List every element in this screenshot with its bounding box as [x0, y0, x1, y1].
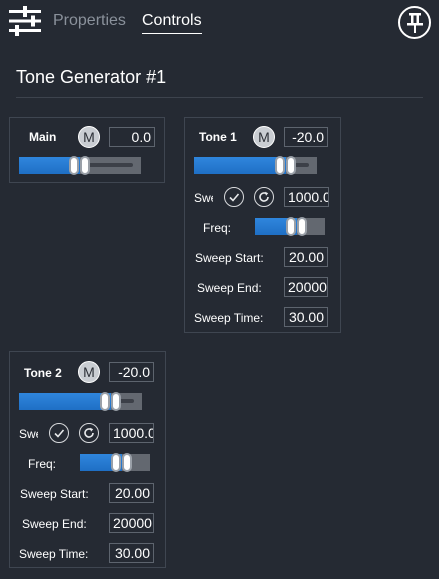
tone1-slider-fill: [194, 157, 286, 174]
tone1-freq-slider-thumb[interactable]: [286, 216, 308, 237]
tone2-slider[interactable]: [19, 391, 142, 412]
tone1-sweep-end-label: Sweep End:: [197, 281, 262, 295]
tone1-mute-button[interactable]: M: [253, 126, 275, 148]
refresh-icon: [259, 191, 269, 202]
refresh-icon: [84, 427, 94, 438]
tone2-slider-fill: [19, 393, 111, 410]
tone1-sweep-value-field[interactable]: 1000.0: [284, 187, 329, 207]
sliders-icon[interactable]: [9, 6, 41, 36]
tone2-sweep-end-label: Sweep End:: [22, 517, 87, 531]
tone1-slider-thumb[interactable]: [275, 155, 297, 176]
tone2-sweep-loop-button[interactable]: [79, 423, 99, 443]
tone2-sweep-start-field[interactable]: 20.00: [109, 483, 154, 503]
tone1-freq-label: Freq:: [203, 221, 232, 235]
tone1-sweep-loop-button[interactable]: [254, 187, 274, 207]
main-slider-rail: [88, 163, 133, 167]
tone2-mute-button[interactable]: M: [78, 361, 100, 383]
tone2-sweep-end-field[interactable]: 20000.: [109, 513, 154, 533]
tone1-sweep-start-field[interactable]: 20.00: [284, 247, 328, 267]
top-bar: Properties Controls: [0, 0, 439, 44]
tone2-sweep-value-field[interactable]: 1000.0: [109, 423, 154, 443]
pin-icon[interactable]: [398, 6, 431, 39]
tone1-panel: Tone 1 M -20.0 Sweep 1000.0 Freq: Sweep …: [184, 117, 341, 333]
checkmark-icon: [229, 193, 240, 202]
main-slider-thumb[interactable]: [69, 155, 91, 176]
tone2-freq-label: Freq:: [28, 457, 57, 471]
tone2-sweep-start-label: Sweep Start:: [20, 487, 89, 501]
main-value-field[interactable]: 0.0: [109, 127, 155, 147]
tone2-freq-slider[interactable]: [80, 452, 150, 473]
tone1-sweep-label: Sweep: [194, 191, 213, 205]
tone2-sweep-time-field[interactable]: 30.00: [109, 543, 154, 563]
tone2-freq-slider-thumb[interactable]: [111, 452, 133, 473]
page-title: Tone Generator #1: [16, 67, 167, 87]
tone2-sweep-time-label: Sweep Time:: [19, 547, 89, 561]
tone1-label: Tone 1: [199, 130, 237, 144]
tab-controls[interactable]: Controls: [142, 12, 202, 34]
tone1-sweep-end-field[interactable]: 20000.: [284, 277, 328, 297]
tone1-freq-slider[interactable]: [255, 216, 325, 237]
tone1-sweep-time-field[interactable]: 30.00: [284, 307, 328, 327]
tone2-sweep-label: Sweep: [19, 427, 38, 441]
tone1-slider[interactable]: [194, 155, 317, 176]
tone2-label: Tone 2: [24, 366, 62, 380]
tone1-sweep-enable-button[interactable]: [224, 187, 244, 207]
tone2-slider-thumb[interactable]: [100, 391, 122, 412]
main-slider[interactable]: [19, 155, 141, 176]
tone1-value-field[interactable]: -20.0: [284, 127, 328, 147]
tone1-sweep-start-label: Sweep Start:: [195, 251, 264, 265]
main-label: Main: [29, 130, 57, 144]
main-panel: Main M 0.0: [9, 117, 165, 183]
checkmark-icon: [54, 429, 65, 438]
tone2-panel: Tone 2 M -20.0 Sweep 1000.0 Freq: Sweep …: [9, 351, 166, 568]
title-divider: [16, 97, 423, 98]
tone2-value-field[interactable]: -20.0: [109, 362, 154, 382]
tone1-sweep-time-label: Sweep Time:: [194, 311, 264, 325]
tab-properties[interactable]: Properties: [53, 12, 126, 30]
tone2-sweep-enable-button[interactable]: [49, 423, 69, 443]
main-mute-button[interactable]: M: [78, 126, 100, 148]
